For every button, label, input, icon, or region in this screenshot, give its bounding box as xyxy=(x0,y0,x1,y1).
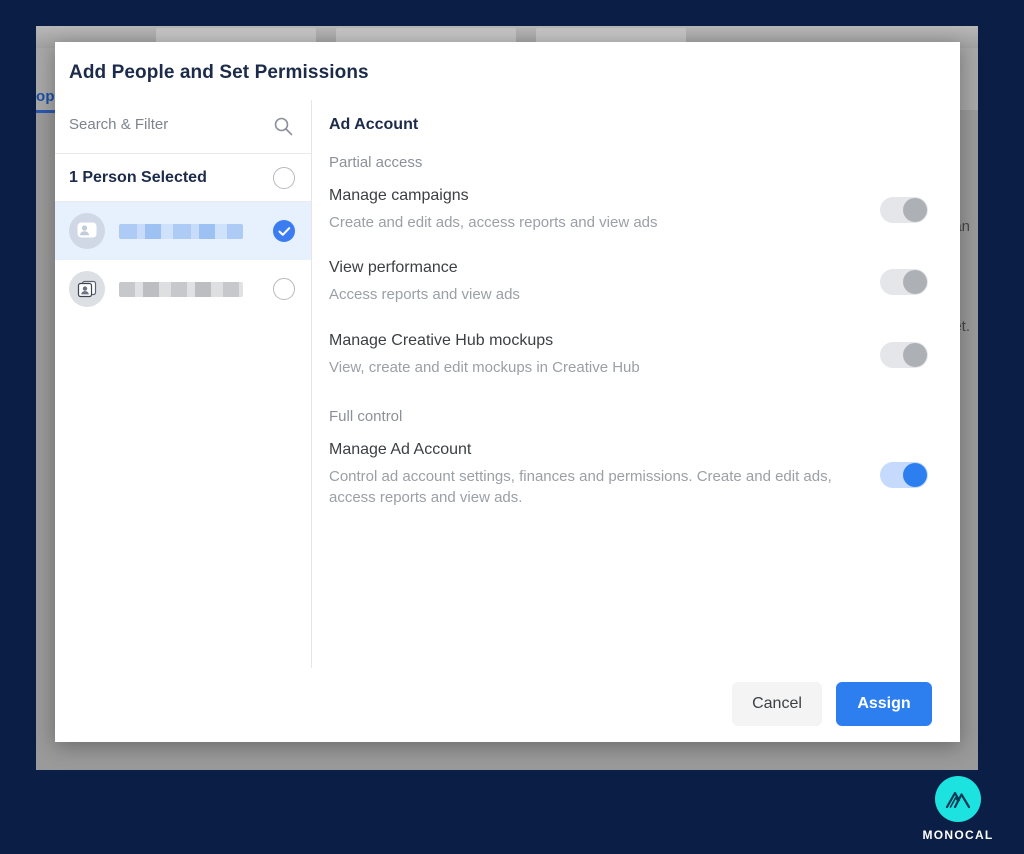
permissions-heading: Ad Account xyxy=(329,116,419,133)
monocal-mountain-icon xyxy=(935,776,981,822)
permission-group-label: Partial access xyxy=(329,154,423,171)
list-item[interactable] xyxy=(55,202,311,260)
permission-group-label: Full control xyxy=(329,407,403,425)
toggle-view-performance[interactable] xyxy=(880,269,928,296)
contact-card-icon xyxy=(69,271,105,307)
permission-title: Manage campaigns xyxy=(329,187,469,204)
selected-count-label: 1 Person Selected xyxy=(69,168,207,186)
cancel-button[interactable]: Cancel xyxy=(732,682,822,726)
permission-title: View performance xyxy=(329,259,458,277)
dialog-footer: Cancel Assign xyxy=(55,668,960,742)
search-row xyxy=(55,100,311,154)
select-all-radio[interactable] xyxy=(273,166,295,189)
list-item[interactable] xyxy=(55,260,311,318)
dialog-title: Add People and Set Permissions xyxy=(69,62,369,83)
person-select-radio[interactable] xyxy=(273,278,295,300)
toggle-manage-ad-account[interactable] xyxy=(880,461,928,488)
add-people-permissions-dialog: Add People and Set Permissions 1 Person … xyxy=(55,42,960,742)
toggle-knob xyxy=(903,270,927,295)
permission-description: View, create and edit mockups in Creativ… xyxy=(329,358,640,376)
permission-title: Manage Creative Hub mockups xyxy=(329,331,554,349)
selected-count-row: 1 Person Selected xyxy=(55,154,311,202)
permission-row-view-performance: View performance Access reports and view… xyxy=(329,259,928,305)
permission-description: Create and edit ads, access reports and … xyxy=(329,214,658,231)
toggle-knob xyxy=(903,462,927,487)
permission-row-creative-hub-mockups: Manage Creative Hub mockups View, create… xyxy=(329,332,928,378)
search-input[interactable] xyxy=(69,116,259,133)
toggle-manage-campaigns[interactable] xyxy=(880,197,928,224)
assign-button[interactable]: Assign xyxy=(836,682,932,726)
toggle-knob xyxy=(903,342,927,367)
permission-row-manage-campaigns: Manage campaigns Create and edit ads, ac… xyxy=(329,187,928,233)
person-name-redacted xyxy=(119,281,243,297)
person-selected-checkmark[interactable] xyxy=(273,220,295,242)
search-icon[interactable] xyxy=(273,116,293,136)
toggle-manage-creative-hub-mockups[interactable] xyxy=(880,341,928,368)
permission-description: Access reports and view ads xyxy=(329,286,520,304)
monocal-logo: MONOCAL xyxy=(920,776,996,842)
people-panel: 1 Person Selected xyxy=(55,100,312,668)
contact-card-icon xyxy=(69,213,105,249)
person-name-redacted xyxy=(119,223,243,239)
background-active-tab[interactable]: op xyxy=(36,88,55,105)
monocal-logo-text: MONOCAL xyxy=(922,828,994,842)
toggle-knob xyxy=(903,198,927,223)
permissions-panel: Ad Account Partial access Manage campaig… xyxy=(313,100,960,668)
permission-title: Manage Ad Account xyxy=(329,440,472,458)
permission-description: Control ad account settings, finances an… xyxy=(329,467,832,507)
permission-row-manage-ad-account: Manage Ad Account Control ad account set… xyxy=(329,441,928,509)
